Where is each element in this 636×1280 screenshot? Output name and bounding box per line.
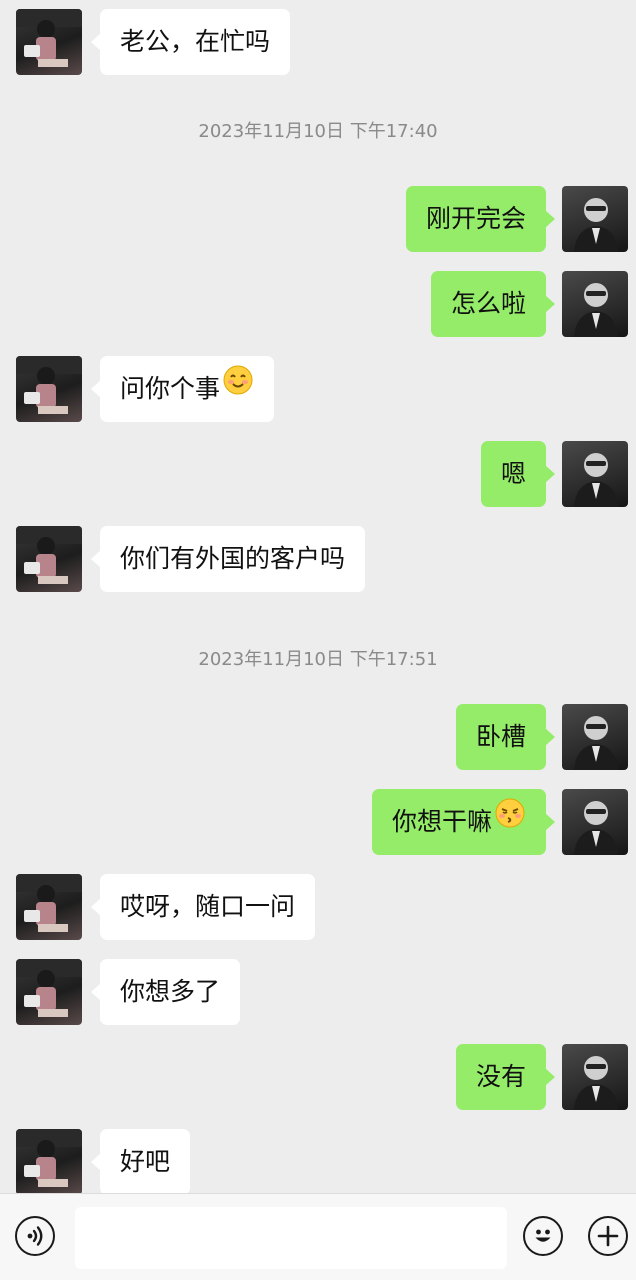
message-text: 老公，在忙吗 — [120, 27, 271, 56]
timestamp: 2023年11月10日 下午17:51 — [198, 649, 438, 670]
user-avatar-image — [574, 453, 618, 507]
message-text: 你想干嘛 — [391, 807, 492, 836]
message-bubble-received[interactable]: 问你个事 — [90, 355, 275, 422]
message-text: 怎么啦 — [450, 289, 526, 318]
contact-avatar-image — [16, 9, 82, 67]
voice-icon[interactable] — [15, 1216, 55, 1256]
contact-avatar[interactable] — [16, 526, 82, 592]
chat-area[interactable]: 老公，在忙吗 2023年11月10日 下午17:40 刚开完会 怎么啦 问你个事… — [0, 0, 636, 1193]
kissing-face-icon — [494, 788, 526, 854]
contact-avatar-image — [16, 959, 82, 1017]
user-avatar[interactable] — [562, 441, 628, 507]
message-bubble-sent[interactable]: 卧槽 — [455, 704, 556, 770]
user-avatar-image — [574, 801, 618, 855]
timestamp: 2023年11月10日 下午17:40 — [198, 121, 438, 142]
message-text: 你想多了 — [120, 977, 221, 1006]
user-avatar[interactable] — [562, 704, 628, 770]
user-avatar[interactable] — [562, 186, 628, 252]
smiling-face-icon — [222, 355, 254, 421]
message-bubble-received[interactable]: 你们有外国的客户吗 — [90, 526, 366, 592]
message-text: 没有 — [475, 1062, 526, 1091]
contact-avatar[interactable] — [16, 9, 82, 75]
message-bubble-received[interactable]: 好吧 — [90, 1129, 191, 1193]
message-bubble-sent[interactable]: 刚开完会 — [405, 186, 556, 252]
message-input[interactable] — [75, 1207, 507, 1269]
input-bar — [0, 1193, 636, 1280]
message-bubble-received[interactable]: 老公，在忙吗 — [90, 9, 291, 75]
contact-avatar[interactable] — [16, 1129, 82, 1193]
message-bubble-sent[interactable]: 你想干嘛 — [371, 788, 556, 855]
message-text: 嗯 — [500, 459, 526, 488]
message-text: 刚开完会 — [425, 204, 526, 233]
plus-icon[interactable] — [588, 1216, 628, 1256]
contact-avatar-image — [16, 1129, 82, 1187]
contact-avatar[interactable] — [16, 959, 82, 1025]
contact-avatar-image — [16, 874, 82, 932]
contact-avatar-image — [16, 356, 82, 414]
message-text: 好吧 — [120, 1147, 171, 1176]
contact-avatar[interactable] — [16, 874, 82, 940]
message-text: 你们有外国的客户吗 — [120, 544, 346, 573]
message-text: 卧槽 — [475, 722, 526, 751]
message-bubble-received[interactable]: 哎呀，随口一问 — [90, 874, 316, 940]
user-avatar-image — [574, 198, 618, 252]
contact-avatar[interactable] — [16, 356, 82, 422]
message-bubble-sent[interactable]: 嗯 — [480, 441, 556, 507]
message-bubble-sent[interactable]: 没有 — [455, 1044, 556, 1110]
user-avatar[interactable] — [562, 1044, 628, 1110]
user-avatar[interactable] — [562, 271, 628, 337]
contact-avatar-image — [16, 526, 82, 584]
user-avatar-image — [574, 283, 618, 337]
message-text: 问你个事 — [120, 374, 221, 403]
message-text: 哎呀，随口一问 — [120, 892, 296, 921]
message-bubble-received[interactable]: 你想多了 — [90, 959, 241, 1025]
emoji-icon[interactable] — [523, 1216, 563, 1256]
user-avatar-image — [574, 1056, 618, 1110]
user-avatar-image — [574, 716, 618, 770]
message-bubble-sent[interactable]: 怎么啦 — [430, 271, 556, 337]
user-avatar[interactable] — [562, 789, 628, 855]
